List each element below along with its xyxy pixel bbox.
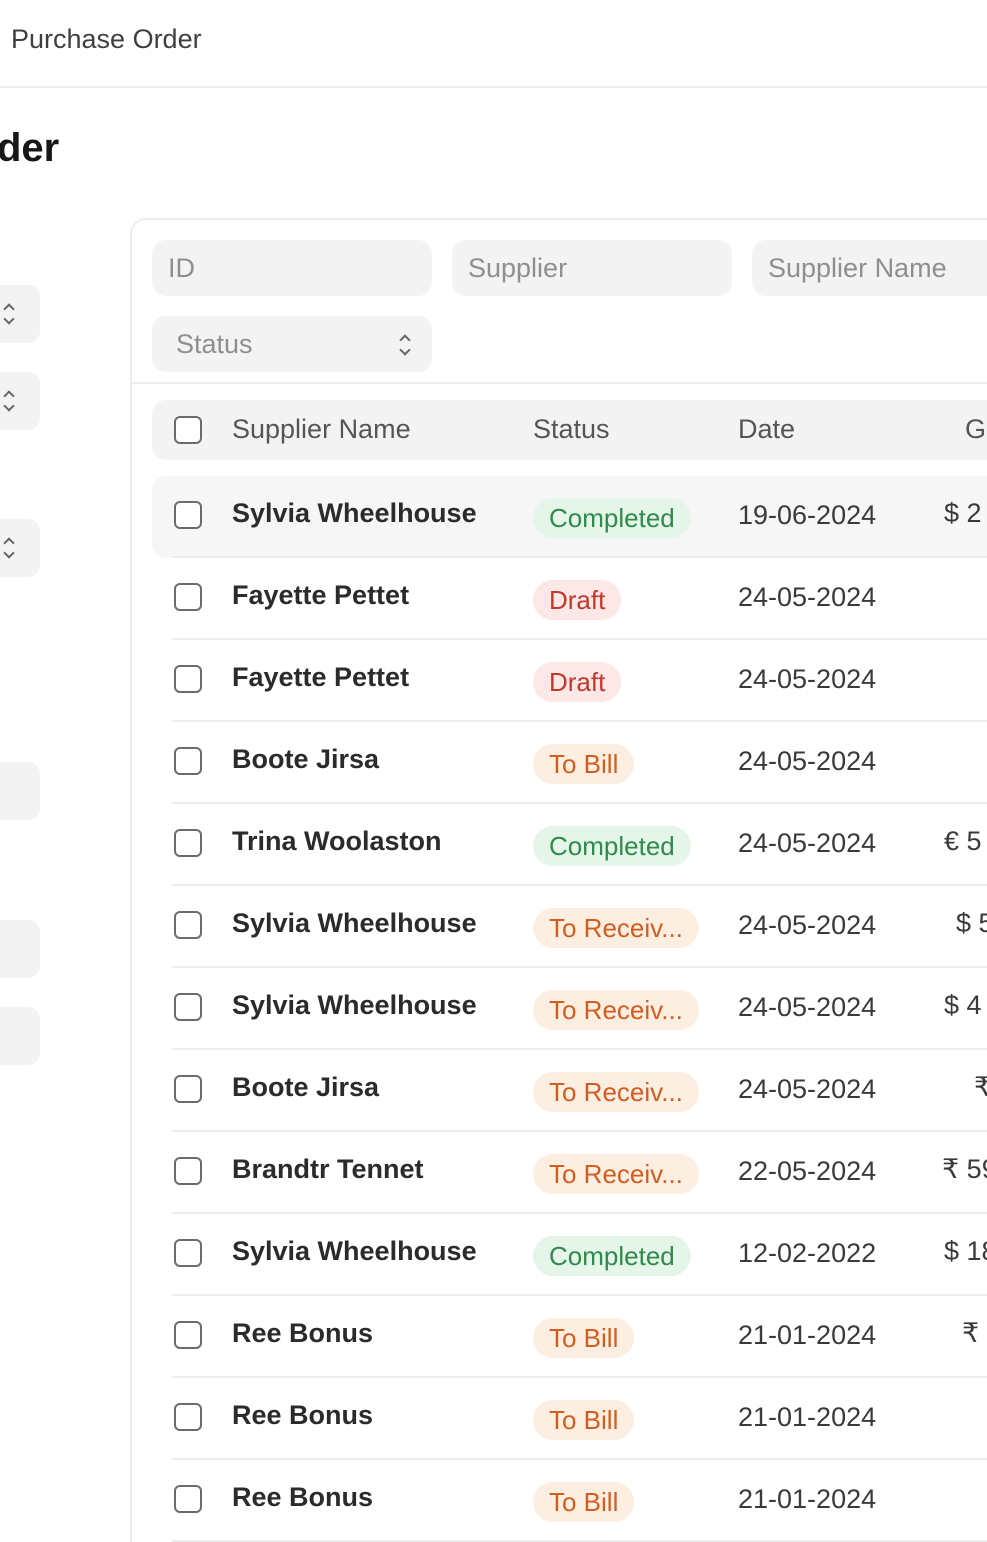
grand-total-cell: € 5 (944, 826, 982, 856)
status-badge: To Bill (533, 744, 635, 784)
date-cell: 24-05-2024 (738, 1074, 877, 1104)
grand-total-cell: $ 5 (956, 908, 987, 938)
date-cell: 22-05-2024 (738, 1156, 877, 1186)
date-cell: 24-05-2024 (738, 582, 877, 612)
supplier-name-cell: Ree Bonus (232, 1400, 374, 1430)
supplier-name-cell: Sylvia Wheelhouse (232, 1236, 477, 1266)
supplier-name-cell: Fayette Pettet (232, 662, 410, 692)
grand-total-cell: ₹ 1 (962, 1318, 987, 1348)
supplier-name-cell: Sylvia Wheelhouse (232, 908, 477, 938)
row-checkbox[interactable] (174, 829, 202, 857)
date-cell: 24-05-2024 (738, 828, 877, 858)
supplier-name-cell: Sylvia Wheelhouse (232, 498, 477, 528)
status-badge: To Receiv... (533, 990, 699, 1030)
row-checkbox[interactable] (174, 1485, 202, 1513)
column-header-status[interactable]: Status (533, 414, 610, 445)
row-checkbox[interactable] (174, 747, 202, 775)
table-row[interactable]: Ree Bonus To Bill 21-01-2024 (152, 1378, 987, 1460)
table-row[interactable]: Trina Woolaston Completed 24-05-2024 € 5 (152, 804, 987, 886)
sidebar-select-3[interactable] (0, 519, 40, 577)
row-checkbox[interactable] (174, 583, 202, 611)
row-checkbox[interactable] (174, 993, 202, 1021)
table-header: Supplier Name Status Date G (152, 400, 987, 460)
supplier-name-cell: Boote Jirsa (232, 1072, 380, 1102)
table-row[interactable]: Sylvia Wheelhouse Completed 12-02-2022 $ 18 (152, 1214, 987, 1296)
chevron-updown-icon (398, 332, 412, 358)
table-row[interactable]: Fayette Pettet Draft 24-05-2024 (152, 640, 987, 722)
date-cell: 24-05-2024 (738, 746, 877, 776)
breadcrumb[interactable]: Purchase Order (11, 24, 202, 55)
grand-total-cell: ₹ (974, 1072, 987, 1102)
page-title: der (0, 126, 60, 170)
select-all-checkbox[interactable] (174, 416, 202, 444)
supplier-name-cell: Ree Bonus (232, 1318, 374, 1348)
supplier-name-filter-input[interactable]: Supplier Name (752, 240, 987, 296)
column-header-date[interactable]: Date (738, 414, 795, 445)
row-checkbox[interactable] (174, 1321, 202, 1349)
status-badge: To Bill (533, 1318, 635, 1358)
supplier-name-cell: Boote Jirsa (232, 744, 380, 774)
column-header-supplier-name[interactable]: Supplier Name (232, 414, 411, 445)
status-badge: Draft (533, 580, 622, 620)
sidebar-clear-filter-1[interactable] (0, 920, 40, 978)
chevron-updown-icon (2, 535, 16, 561)
row-checkbox[interactable] (174, 1239, 202, 1267)
supplier-name-cell: Sylvia Wheelhouse (232, 990, 477, 1020)
date-cell: 24-05-2024 (738, 992, 877, 1022)
status-badge: To Bill (533, 1400, 635, 1440)
row-checkbox[interactable] (174, 1075, 202, 1103)
column-header-grand-total[interactable]: G (965, 414, 986, 445)
status-badge: To Receiv... (533, 908, 699, 948)
filter-divider (130, 382, 987, 384)
supplier-name-cell: Ree Bonus (232, 1482, 374, 1512)
supplier-name-cell: Brandtr Tennet (232, 1154, 424, 1184)
date-cell: 24-05-2024 (738, 664, 877, 694)
table-row[interactable]: Boote Jirsa To Bill 24-05-2024 (152, 722, 987, 804)
row-checkbox[interactable] (174, 911, 202, 939)
status-badge: Draft (533, 662, 622, 702)
table-row[interactable]: Sylvia Wheelhouse Completed 19-06-2024 $ 2 (152, 476, 987, 558)
grand-total-cell: ₹ 59 (942, 1154, 987, 1184)
supplier-name-cell: Trina Woolaston (232, 826, 442, 856)
table-row[interactable]: Fayette Pettet Draft 24-05-2024 (152, 558, 987, 640)
table-row[interactable]: Boote Jirsa To Receiv... 24-05-2024 ₹ (152, 1050, 987, 1132)
row-checkbox[interactable] (174, 501, 202, 529)
status-badge: Completed (533, 498, 691, 538)
sidebar-select-2[interactable] (0, 372, 40, 430)
grand-total-cell: $ 18 (944, 1236, 987, 1266)
supplier-name-cell: Fayette Pettet (232, 580, 410, 610)
table-row[interactable]: Sylvia Wheelhouse To Receiv... 24-05-2024 $… (152, 968, 987, 1050)
date-cell: 12-02-2022 (738, 1238, 877, 1268)
date-cell: 21-01-2024 (738, 1402, 877, 1432)
grand-total-cell: $ 2 (944, 498, 982, 528)
status-badge: To Receiv... (533, 1154, 699, 1194)
grand-total-cell: $ 4 (944, 990, 982, 1020)
status-filter-select[interactable]: Status (152, 316, 432, 372)
date-cell: 24-05-2024 (738, 910, 877, 940)
status-badge: To Receiv... (533, 1072, 699, 1112)
sidebar-select-1[interactable] (0, 285, 40, 343)
sidebar-input[interactable] (0, 762, 40, 820)
id-filter-input[interactable]: ID (152, 240, 432, 296)
status-filter-label: Status (176, 329, 253, 359)
status-badge: Completed (533, 1236, 691, 1276)
chevron-updown-icon (2, 301, 16, 327)
status-badge: Completed (533, 826, 691, 866)
top-bar: Purchase Order (0, 0, 987, 88)
sidebar-clear-filter-2[interactable] (0, 1007, 40, 1065)
chevron-updown-icon (2, 388, 16, 414)
status-badge: To Bill (533, 1482, 635, 1522)
date-cell: 19-06-2024 (738, 500, 877, 530)
row-checkbox[interactable] (174, 1157, 202, 1185)
row-checkbox[interactable] (174, 665, 202, 693)
table-row[interactable]: Ree Bonus To Bill 21-01-2024 (152, 1460, 987, 1542)
date-cell: 21-01-2024 (738, 1484, 877, 1514)
date-cell: 21-01-2024 (738, 1320, 877, 1350)
supplier-filter-input[interactable]: Supplier (452, 240, 732, 296)
row-checkbox[interactable] (174, 1403, 202, 1431)
table-row[interactable]: Brandtr Tennet To Receiv... 22-05-2024 ₹ 59 (152, 1132, 987, 1214)
table-row[interactable]: Sylvia Wheelhouse To Receiv... 24-05-2024 $… (152, 886, 987, 968)
table-row[interactable]: Ree Bonus To Bill 21-01-2024 ₹ 1 (152, 1296, 987, 1378)
